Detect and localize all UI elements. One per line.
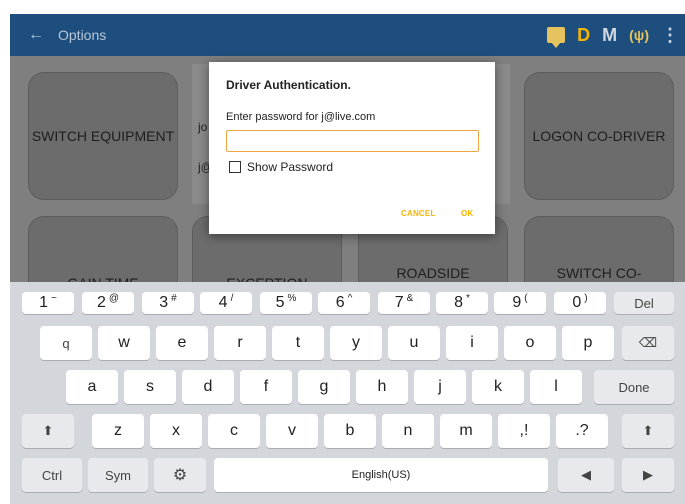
key-3[interactable]: 3 # (142, 292, 194, 314)
m-status-icon[interactable]: M (602, 25, 617, 46)
key-9[interactable]: 9( (494, 292, 546, 314)
show-password-label[interactable]: Show Password (247, 160, 333, 174)
key-f[interactable]: f (240, 370, 292, 404)
cursor-right-key[interactable]: ▶ (622, 458, 674, 492)
cursor-left-key[interactable]: ◀ (558, 458, 614, 492)
sym-key[interactable]: Sym (88, 458, 148, 492)
key-x[interactable]: x (150, 414, 202, 448)
key-p[interactable]: p (562, 326, 614, 360)
overflow-menu-icon[interactable]: ⋮ (661, 25, 679, 46)
key-1-alt: ~ (51, 292, 57, 304)
gain-time-tile[interactable]: GAIN TIME (28, 216, 178, 282)
backspace-key[interactable]: ⌫ (622, 326, 674, 360)
key-r[interactable]: r (214, 326, 266, 360)
delete-key[interactable]: Del (614, 292, 674, 314)
key-k[interactable]: k (472, 370, 524, 404)
key-q[interactable]: q (40, 326, 92, 360)
key-9-alt: ( (524, 292, 528, 304)
switch-equipment-tile[interactable]: SWITCH EQUIPMENT (28, 72, 178, 200)
key-4[interactable]: 4/ (200, 292, 252, 314)
keyboard-settings-icon[interactable]: ⚙ (154, 458, 206, 492)
key-z[interactable]: z (92, 414, 144, 448)
key-l[interactable]: l (530, 370, 582, 404)
dialog-prompt: Enter password for j@live.com (226, 111, 376, 123)
key-2[interactable]: 2 @ (82, 292, 134, 314)
key-i[interactable]: i (446, 326, 498, 360)
key-5-alt: % (287, 292, 297, 304)
key-o[interactable]: o (504, 326, 556, 360)
logon-co-driver-tile[interactable]: LOGON CO-DRIVER (524, 72, 674, 200)
key-w[interactable]: w (98, 326, 150, 360)
shift-key-right[interactable]: ⬆ (622, 414, 674, 448)
key-n[interactable]: n (382, 414, 434, 448)
key-g[interactable]: g (298, 370, 350, 404)
key-v[interactable]: v (266, 414, 318, 448)
chat-icon[interactable] (547, 27, 566, 48)
space-key[interactable]: English(US) (214, 458, 548, 492)
key-period[interactable]: .? (556, 414, 608, 448)
app-bar: ← Options D M (ψ) ⋮ (10, 14, 685, 56)
show-password-checkbox[interactable] (229, 161, 241, 173)
cancel-button[interactable]: CANCEL (401, 209, 436, 218)
key-0[interactable]: 0) (554, 292, 606, 314)
key-b[interactable]: b (324, 414, 376, 448)
key-4-alt: / (230, 292, 234, 304)
driver-status-icon[interactable]: D (577, 25, 590, 46)
key-0-alt: ) (584, 292, 588, 304)
key-6-label: 6 (335, 294, 345, 311)
key-a[interactable]: a (66, 370, 118, 404)
key-7-label: 7 (394, 294, 404, 311)
key-1[interactable]: 1 ~ (22, 292, 74, 314)
background-text-1: jo (198, 120, 208, 134)
dialog-title: Driver Authentication. (226, 78, 351, 92)
key-t[interactable]: t (272, 326, 324, 360)
key-8-label: 8 (454, 294, 463, 311)
key-d[interactable]: d (182, 370, 234, 404)
key-e[interactable]: e (156, 326, 208, 360)
key-3-label: 3 (159, 294, 169, 311)
back-arrow-icon[interactable]: ← (28, 26, 48, 44)
key-4-label: 4 (218, 294, 228, 311)
key-2-alt: @ (108, 292, 120, 304)
done-key[interactable]: Done (594, 370, 674, 404)
key-3-alt: # (171, 292, 177, 304)
key-8-alt: * (466, 292, 470, 304)
key-s[interactable]: s (124, 370, 176, 404)
key-1-label: 1 (39, 294, 49, 311)
key-u[interactable]: u (388, 326, 440, 360)
driver-authentication-dialog: Driver Authentication. Enter password fo… (209, 62, 495, 234)
key-5-label: 5 (275, 294, 285, 311)
soft-keyboard: 1 ~ 2 @ 3 # 4/ 5% 6 ^ 7 & 8 * 9( 0) Del q w e … (10, 282, 685, 504)
key-h[interactable]: h (356, 370, 408, 404)
page-title: Options (58, 27, 107, 43)
key-c[interactable]: c (208, 414, 260, 448)
key-y[interactable]: y (330, 326, 382, 360)
key-5[interactable]: 5% (260, 292, 312, 314)
signal-icon[interactable]: (ψ) (629, 27, 649, 43)
key-9-label: 9 (512, 294, 522, 311)
key-7[interactable]: 7 & (378, 292, 430, 314)
key-m[interactable]: m (440, 414, 492, 448)
key-comma[interactable]: ,! (498, 414, 550, 448)
key-2-label: 2 (96, 294, 106, 311)
key-6-alt: ^ (347, 292, 353, 304)
switch-co-tile[interactable]: SWITCH CO- (524, 216, 674, 282)
key-0-label: 0 (572, 294, 582, 311)
key-j[interactable]: j (414, 370, 466, 404)
key-6[interactable]: 6 ^ (318, 292, 370, 314)
ok-button[interactable]: OK (461, 209, 473, 218)
key-8[interactable]: 8 * (436, 292, 488, 314)
shift-key-left[interactable]: ⬆ (22, 414, 74, 448)
key-7-alt: & (406, 292, 414, 304)
ctrl-key[interactable]: Ctrl (22, 458, 82, 492)
password-input[interactable] (226, 130, 479, 152)
